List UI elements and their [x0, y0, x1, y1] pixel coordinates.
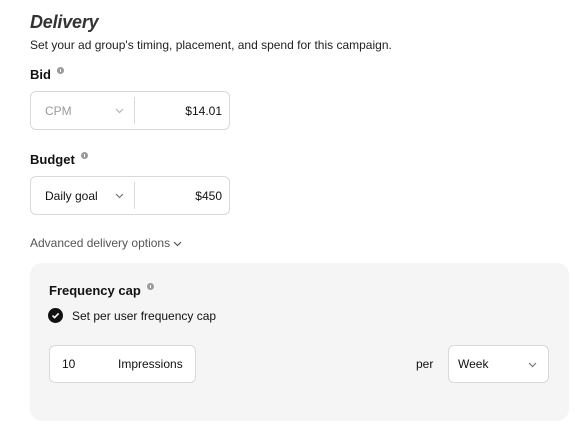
- chevron-down-icon: [528, 360, 537, 369]
- info-icon[interactable]: [80, 152, 88, 159]
- budget-input-group: Daily goal $450: [30, 176, 230, 215]
- frequency-cap-panel: Frequency cap Set per user frequency cap…: [30, 263, 569, 421]
- delivery-title: Delivery: [30, 12, 99, 32]
- info-icon[interactable]: [146, 283, 154, 290]
- chevron-down-icon: [173, 239, 182, 248]
- period-value: Week: [458, 357, 489, 371]
- frequency-cap-checkbox[interactable]: Set per user frequency cap: [48, 308, 216, 323]
- delivery-subtitle: Set your ad group's timing, placement, a…: [30, 38, 392, 52]
- bid-input-group: CPM $14.01: [30, 91, 230, 130]
- impressions-unit: Impressions: [118, 357, 183, 371]
- budget-label: Budget: [30, 152, 75, 167]
- budget-amount-input[interactable]: $450: [135, 189, 229, 203]
- chevron-down-icon: [115, 191, 124, 200]
- budget-type-select[interactable]: Daily goal: [31, 177, 134, 214]
- bid-type-value: CPM: [45, 103, 72, 118]
- bid-type-select[interactable]: CPM: [31, 92, 134, 129]
- frequency-cap-checkbox-label: Set per user frequency cap: [72, 308, 217, 323]
- impressions-count: 10: [62, 357, 76, 371]
- budget-label-group: Budget: [30, 152, 88, 167]
- chevron-down-icon: [115, 106, 124, 115]
- advanced-delivery-label: Advanced delivery options: [30, 236, 171, 250]
- frequency-cap-title-group: Frequency cap: [49, 283, 154, 298]
- per-label: per: [416, 357, 434, 371]
- checkmark-icon: [48, 308, 63, 323]
- bid-label: Bid: [30, 67, 51, 82]
- frequency-cap-title: Frequency cap: [49, 283, 141, 298]
- bid-label-group: Bid: [30, 67, 64, 82]
- bid-amount-input[interactable]: $14.01: [135, 104, 229, 118]
- impressions-input[interactable]: 10 Impressions: [49, 345, 196, 383]
- period-select[interactable]: Week: [448, 345, 549, 383]
- advanced-delivery-toggle[interactable]: Advanced delivery options: [30, 236, 182, 250]
- info-icon[interactable]: [56, 67, 64, 74]
- budget-type-value: Daily goal: [45, 188, 98, 203]
